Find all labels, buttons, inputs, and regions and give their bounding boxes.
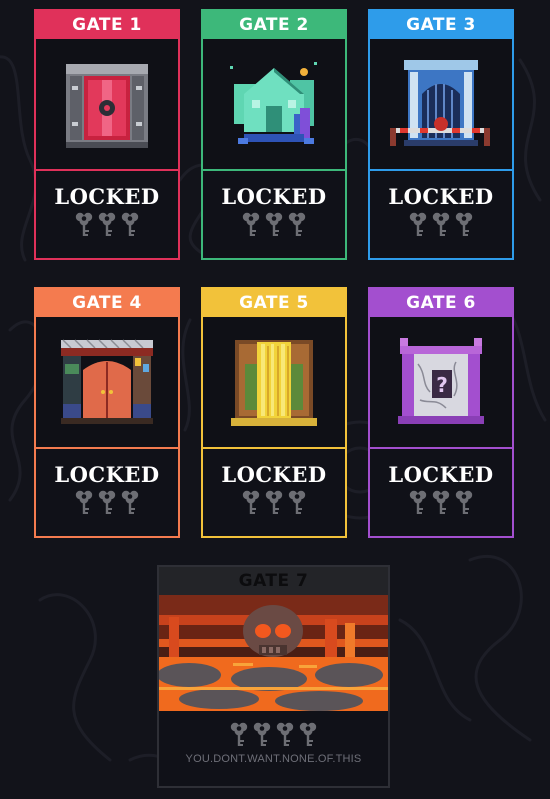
gate-title: GATE 6: [406, 293, 476, 313]
gate-art-lava-skull: [159, 595, 388, 711]
skeleton-key-icon: [120, 489, 140, 517]
gate-footer: LOCKED: [36, 171, 178, 255]
gate-header: GATE 6: [370, 289, 512, 317]
golden-curtain-door-icon: [231, 340, 317, 426]
skeleton-key-icon: [431, 211, 451, 239]
gate-status: LOCKED: [221, 462, 327, 487]
skeleton-key-icon: [241, 211, 261, 239]
barrier-gate-icon: [390, 60, 490, 146]
gate-footer: LOCKED: [370, 171, 512, 255]
skeleton-key-icon: [229, 721, 249, 749]
crystal-house-icon: [230, 62, 317, 144]
gate-tagline: YOU.DONT.WANT.NONE.OF.THIS: [185, 753, 362, 765]
skeleton-key-icon: [97, 489, 117, 517]
gate-card-7[interactable]: GATE 7 YOU.DONT.WANT.NONE.OF.THIS: [157, 565, 390, 788]
skeleton-key-icon: [241, 489, 261, 517]
gate-art-blue-gate: [370, 39, 512, 171]
gate-card-4[interactable]: GATE 4 LOCKED: [34, 287, 180, 538]
gate-header: GATE 7: [159, 567, 388, 595]
gate-header: GATE 4: [36, 289, 178, 317]
skeleton-key-icon: [408, 489, 428, 517]
skeleton-key-icon: [97, 211, 117, 239]
gate-header: GATE 1: [36, 11, 178, 39]
keys-required: [74, 211, 140, 239]
gate-status: LOCKED: [388, 184, 494, 209]
gate-card-5[interactable]: GATE 5 LOCKED: [201, 287, 347, 538]
skeleton-key-icon: [74, 489, 94, 517]
gate-art-golden-curtain: [203, 317, 345, 449]
keys-required: [229, 721, 318, 749]
gate-header: GATE 2: [203, 11, 345, 39]
gate-footer: LOCKED: [203, 449, 345, 533]
skeleton-key-icon: [298, 721, 318, 749]
gate-title: GATE 7: [238, 571, 309, 591]
skeleton-key-icon: [120, 211, 140, 239]
gate-card-6[interactable]: GATE 6 ? LOCKED: [368, 287, 514, 538]
gate-card-3[interactable]: GATE 3 LOCKED: [368, 9, 514, 260]
keys-required: [408, 211, 474, 239]
gate-header: GATE 5: [203, 289, 345, 317]
skeleton-key-icon: [264, 489, 284, 517]
keys-required: [241, 489, 307, 517]
vault-door-icon: [66, 64, 148, 148]
gate-art-crystal-house: [203, 39, 345, 171]
gate-card-2[interactable]: GATE 2 LOCKED: [201, 9, 347, 260]
svg-text:?: ?: [436, 373, 448, 397]
keys-required: [241, 211, 307, 239]
gate-status: LOCKED: [54, 184, 160, 209]
skeleton-key-icon: [252, 721, 272, 749]
mystery-door-icon: ?: [398, 338, 484, 424]
gate-footer: LOCKED: [370, 449, 512, 533]
gate-card-1[interactable]: GATE 1 LOCKED: [34, 9, 180, 260]
gate-art-vault: [36, 39, 178, 171]
skeleton-key-icon: [454, 489, 474, 517]
gate-status: LOCKED: [221, 184, 327, 209]
gate-title: GATE 4: [72, 293, 142, 313]
gate-title: GATE 3: [406, 15, 476, 35]
gate-art-mystery-door: ?: [370, 317, 512, 449]
keys-required: [408, 489, 474, 517]
gate-status: LOCKED: [54, 462, 160, 487]
gate-header: GATE 3: [370, 11, 512, 39]
gate-footer: LOCKED: [203, 171, 345, 255]
gate-title: GATE 2: [239, 15, 309, 35]
skeleton-key-icon: [264, 211, 284, 239]
gate-art-stage-doors: [36, 317, 178, 449]
lava-skull-icon: [159, 595, 388, 711]
stage-door-icon: [61, 339, 153, 424]
gate-title: GATE 5: [239, 293, 309, 313]
skeleton-key-icon: [454, 211, 474, 239]
gate-status: LOCKED: [388, 462, 494, 487]
skeleton-key-icon: [287, 489, 307, 517]
gate-footer: LOCKED: [36, 449, 178, 533]
gate-footer: YOU.DONT.WANT.NONE.OF.THIS: [159, 711, 388, 765]
skeleton-key-icon: [275, 721, 295, 749]
skeleton-key-icon: [408, 211, 428, 239]
skeleton-key-icon: [74, 211, 94, 239]
skeleton-key-icon: [431, 489, 451, 517]
keys-required: [74, 489, 140, 517]
gate-title: GATE 1: [72, 15, 142, 35]
skeleton-key-icon: [287, 211, 307, 239]
